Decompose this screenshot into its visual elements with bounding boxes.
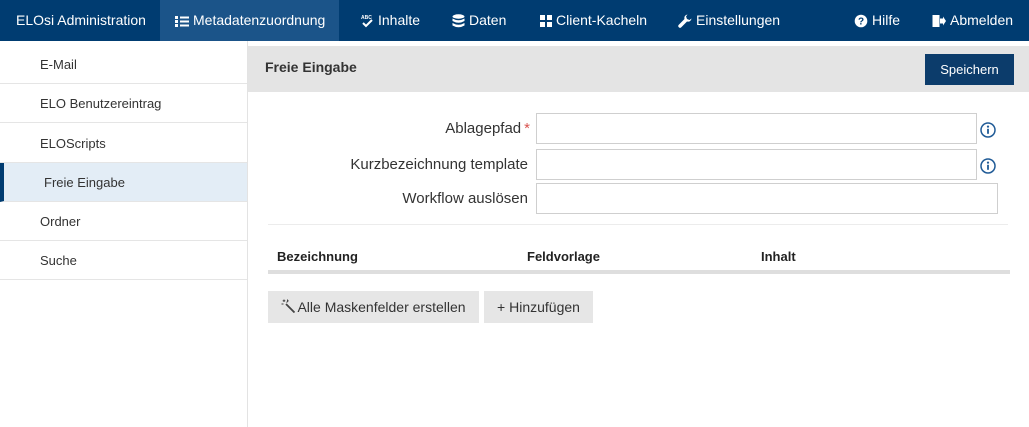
column-header-inhalt: Inhalt [761,249,796,264]
list-icon [175,15,189,28]
database-icon [452,14,465,28]
nav-label: Hilfe [872,12,901,28]
nav-einstellungen[interactable]: Einstellungen [678,0,780,41]
workflow-input[interactable] [536,183,998,214]
sidebar-item-elo-benutzereintrag[interactable]: ELO Benutzereintrag [0,84,247,123]
button-label: Alle Maskenfelder erstellen [297,299,466,315]
required-marker: * [524,120,530,137]
spellcheck-icon: ABC [361,14,374,28]
nav-inhalte[interactable]: ABC Inhalte [361,0,420,41]
sidebar-item-freie-eingabe[interactable]: Freie Eingabe [0,163,247,202]
tiles-icon [540,15,552,28]
info-icon[interactable] [980,158,996,174]
panel-header: Freie Eingabe Speichern [248,46,1029,92]
add-button[interactable]: + Hinzufügen [484,291,593,323]
svg-text:?: ? [858,17,864,28]
sidebar-item-suche[interactable]: Suche [0,241,247,280]
table-header-border [268,270,1010,274]
ablagepfad-label: Ablagepfad * [260,120,530,137]
nav-hilfe[interactable]: ? Hilfe [854,0,900,41]
ablagepfad-label-text: Ablagepfad [445,120,522,137]
ablagepfad-input[interactable] [536,113,977,144]
create-all-fields-button[interactable]: Alle Maskenfelder erstellen [268,291,479,323]
nav-label: Einstellungen [696,12,781,28]
nav-metadatenzuordnung[interactable]: Metadatenzuordnung [160,0,340,41]
nav-client-kacheln[interactable]: Client-Kacheln [540,0,647,41]
column-header-feldvorlage: Feldvorlage [527,249,600,264]
nav-label: Daten [469,12,507,28]
kurzbezeichnung-input[interactable] [536,149,977,180]
page-title: Freie Eingabe [265,59,357,75]
nav-abmelden[interactable]: Abmelden [932,0,1013,41]
column-header-bezeichnung: Bezeichnung [277,249,358,264]
info-icon[interactable] [980,122,996,138]
workflow-label: Workflow auslösen [402,190,528,207]
help-icon: ? [854,14,868,28]
divider [268,224,1008,225]
nav-label: Inhalte [378,12,421,28]
logout-icon [932,14,946,28]
sidebar-item-eloscripts[interactable]: ELOScripts [0,124,247,163]
wrench-icon [678,14,692,29]
nav-label: Client-Kacheln [556,12,648,28]
sidebar-item-e-mail[interactable]: E-Mail [0,45,247,84]
magic-wand-icon [281,292,296,324]
kurzbezeichnung-label: Kurzbezeichnung template [350,156,528,173]
brand-title[interactable]: ELOsi Administration [16,0,146,41]
nav-daten[interactable]: Daten [452,0,506,41]
nav-label: Abmelden [950,12,1014,28]
sidebar-item-ordner[interactable]: Ordner [0,202,247,241]
nav-label: Metadatenzuordnung [193,12,326,28]
save-button[interactable]: Speichern [925,54,1014,85]
sidebar: E-Mail ELO Benutzereintrag ELOScripts Fr… [0,41,248,427]
top-navigation-bar: ELOsi Administration Metadatenzuordnung … [0,0,1029,41]
